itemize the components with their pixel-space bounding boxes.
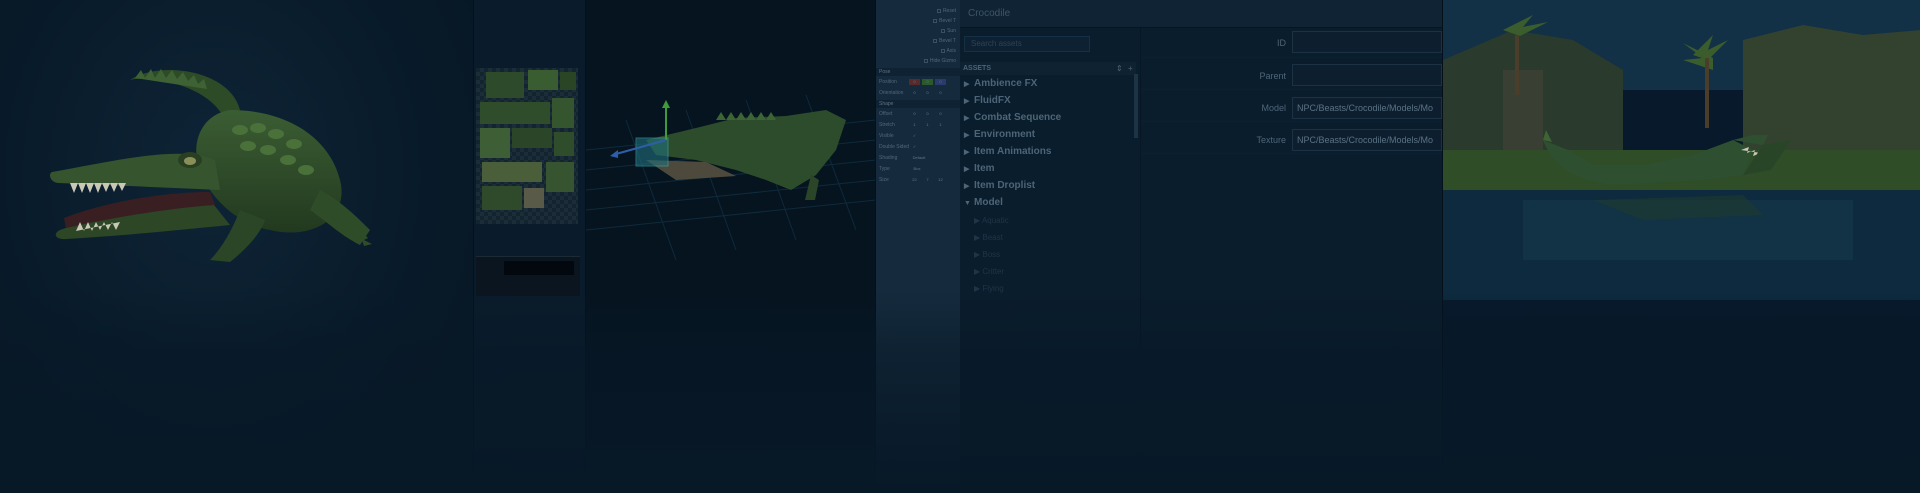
reset-checkbox[interactable]: Reset bbox=[936, 8, 956, 14]
parent-label: Parent bbox=[1259, 71, 1286, 81]
texture-atlas-panel bbox=[474, 0, 586, 493]
tree-item-item-droplist[interactable]: ▶ Item Droplist bbox=[964, 180, 1035, 191]
double-sided-row[interactable]: Double Sided ✓ bbox=[879, 143, 959, 151]
size-row[interactable]: Size 22 7 12 bbox=[879, 176, 959, 184]
tree-item-environment[interactable]: ▶ Environment bbox=[964, 129, 1035, 140]
model-properties-sidebar: Reset Bevel T Sun Bevel T Axis Hide Gizm… bbox=[876, 0, 960, 493]
orientation-row[interactable]: Orientation 0 0 0 bbox=[879, 89, 959, 97]
shape-section-header: Shape bbox=[876, 100, 960, 108]
bevel-checkbox[interactable]: Bevel T bbox=[933, 18, 956, 24]
game-scene-panel bbox=[1442, 0, 1920, 493]
texture-atlas bbox=[476, 68, 578, 224]
pose-section-header: Pose bbox=[876, 68, 960, 76]
bevel-t-checkbox[interactable]: Bevel T bbox=[933, 38, 956, 44]
offset-row[interactable]: Offset 0 0 0 bbox=[879, 110, 959, 118]
crocodile-concept-illustration bbox=[50, 69, 372, 262]
tree-item-item[interactable]: ▶ Item bbox=[964, 163, 995, 174]
editor-title: Crocodile bbox=[968, 8, 1011, 19]
tree-item-item-animations[interactable]: ▶ Item Animations bbox=[964, 146, 1051, 157]
shading-row[interactable]: Shading Default bbox=[879, 154, 959, 162]
tree-subitem-beast[interactable]: ▶ Beast bbox=[974, 233, 1003, 242]
asset-editor-panel: Crocodile Search assets ASSETS ⇕ + ▶ Ambi… bbox=[960, 0, 1442, 493]
tree-item-combat-sequence[interactable]: ▶ Combat Sequence bbox=[964, 112, 1061, 123]
editor-title-bar: Crocodile bbox=[960, 0, 1442, 28]
tree-subitem-critter[interactable]: ▶ Critter bbox=[974, 267, 1004, 276]
texture-label: Texture bbox=[1256, 135, 1286, 145]
id-field[interactable] bbox=[1292, 31, 1442, 53]
crocodile-in-river-scene bbox=[1443, 0, 1920, 300]
collapse-icon[interactable]: ⇕ bbox=[1116, 64, 1123, 73]
tree-subitem-flying[interactable]: ▶ Flying bbox=[974, 284, 1004, 293]
tree-item-model[interactable]: ▼ Model bbox=[964, 197, 1003, 208]
sun-checkbox[interactable]: Sun bbox=[941, 28, 956, 34]
parent-field[interactable] bbox=[1292, 64, 1442, 86]
model-viewport[interactable] bbox=[586, 0, 876, 493]
tree-subitem-aquatic[interactable]: ▶ Aquatic bbox=[974, 216, 1009, 225]
add-icon[interactable]: + bbox=[1128, 64, 1133, 73]
type-row[interactable]: Type Box bbox=[879, 165, 959, 173]
stretch-row[interactable]: Stretch 1 1 1 bbox=[879, 121, 959, 129]
concept-art-panel bbox=[0, 0, 474, 493]
position-row[interactable]: Position 0 0 0 bbox=[879, 78, 959, 86]
model-path-field[interactable]: NPC/Beasts/Crocodile/Models/Mo bbox=[1292, 97, 1442, 119]
hide-gizmo-checkbox[interactable]: Hide Gizmo bbox=[923, 58, 956, 64]
axis-checkbox[interactable]: Axis bbox=[940, 48, 956, 54]
asset-search-input[interactable]: Search assets bbox=[964, 36, 1090, 52]
viewport-grid bbox=[586, 94, 875, 261]
model-label: Model bbox=[1261, 103, 1286, 113]
tree-item-fluidfx[interactable]: ▶ FluidFX bbox=[964, 95, 1011, 106]
assets-header: ASSETS ⇕ + bbox=[960, 62, 1136, 75]
texture-path-field[interactable]: NPC/Beasts/Crocodile/Models/Mo bbox=[1292, 129, 1442, 151]
tree-item-ambience-fx[interactable]: ▶ Ambience FX bbox=[964, 78, 1037, 89]
tree-subitem-boss[interactable]: ▶ Boss bbox=[974, 250, 1000, 259]
visible-row[interactable]: Visible ✓ bbox=[879, 132, 959, 140]
texture-palette-strip bbox=[476, 256, 580, 296]
id-label: ID bbox=[1277, 38, 1286, 48]
